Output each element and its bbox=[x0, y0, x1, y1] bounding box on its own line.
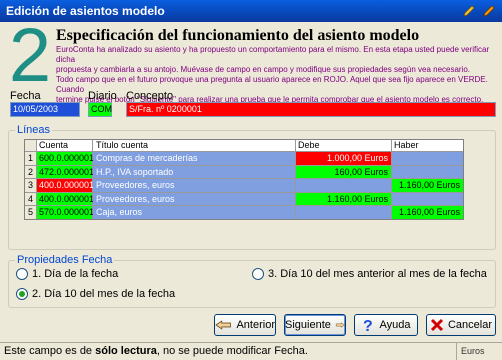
titlebar-icons bbox=[460, 2, 498, 20]
status-message-suffix: , no se puede modificar Fecha. bbox=[156, 345, 308, 357]
radio-option-3[interactable]: 3. Día 10 del mes anterior al mes de la … bbox=[252, 268, 487, 280]
table-row[interactable]: 1 600.0.000001 Compras de mercaderías 1.… bbox=[25, 151, 463, 165]
row-number: 2 bbox=[25, 165, 37, 178]
question-mark-icon: ? bbox=[363, 318, 373, 333]
ayuda-label: Ayuda bbox=[379, 319, 411, 331]
cell-debe[interactable]: 1.000,00 Euros bbox=[296, 152, 392, 165]
cell-cuenta[interactable]: 472.0.000001 bbox=[37, 165, 94, 178]
step-description: EuroConta ha analizado su asiento y ha p… bbox=[56, 45, 498, 105]
cell-titulo[interactable]: Compras de mercaderías bbox=[93, 152, 296, 165]
radio-option-2[interactable]: 2. Día 10 del mes de la fecha bbox=[16, 288, 175, 300]
radio-label: 1. Día de la fecha bbox=[32, 268, 119, 280]
cell-haber[interactable] bbox=[392, 192, 463, 205]
table-row[interactable]: 3 400.0.000001 Proveedores, euros 1.160,… bbox=[25, 178, 463, 192]
edit-pencil-alt-icon[interactable] bbox=[480, 2, 498, 20]
cell-debe[interactable]: 1.160,00 Euros bbox=[296, 192, 392, 205]
svg-text:?: ? bbox=[363, 318, 373, 333]
description-line: EuroConta ha analizado su asiento y ha p… bbox=[56, 45, 490, 64]
fecha-field[interactable]: 10/05/2003 bbox=[10, 102, 80, 117]
row-number: 3 bbox=[25, 179, 37, 192]
cell-titulo[interactable]: H.P., IVA soportado bbox=[93, 165, 296, 178]
header-cuenta: Cuenta bbox=[37, 140, 93, 151]
status-message-prefix: Este campo es de bbox=[4, 345, 96, 357]
header-titulo: Título cuenta bbox=[93, 140, 296, 151]
edit-pencil-icon[interactable] bbox=[460, 2, 478, 20]
row-number: 1 bbox=[25, 152, 37, 165]
siguiente-label: Siguiente bbox=[285, 319, 331, 331]
close-x-icon bbox=[430, 318, 444, 332]
cell-haber[interactable] bbox=[392, 165, 463, 178]
siguiente-button[interactable]: Siguiente bbox=[284, 314, 346, 336]
step-number: 2 bbox=[8, 13, 52, 98]
concepto-field[interactable]: S/Fra. nº 0200001 bbox=[126, 102, 496, 117]
radio-selected-dot bbox=[19, 291, 25, 297]
header-rownum bbox=[25, 140, 37, 151]
cell-haber[interactable]: 1.160,00 Euros bbox=[392, 206, 463, 219]
row-number: 4 bbox=[25, 192, 37, 205]
status-bar: Este campo es de sólo lectura, no se pue… bbox=[0, 342, 502, 360]
cell-debe[interactable] bbox=[296, 179, 392, 192]
fecha-props-title: Propiedades Fecha bbox=[15, 254, 115, 266]
radio-option-1[interactable]: 1. Día de la fecha bbox=[16, 268, 118, 280]
header-haber: Haber bbox=[394, 140, 419, 150]
cell-cuenta[interactable]: 400.0.000001 bbox=[37, 179, 94, 192]
window-titlebar: Edición de asientos modelo bbox=[0, 0, 502, 22]
status-message-bold: sólo lectura bbox=[95, 345, 157, 357]
table-row[interactable]: 4 400.0.000001 Proveedores, euros 1.160,… bbox=[25, 191, 463, 205]
radio-label: 2. Día 10 del mes de la fecha bbox=[32, 288, 176, 300]
cancelar-label: Cancelar bbox=[447, 319, 493, 331]
anterior-button[interactable]: Anterior bbox=[214, 314, 276, 336]
fecha-label: Fecha bbox=[10, 90, 41, 102]
cell-titulo[interactable]: Proveedores, euros bbox=[93, 179, 296, 192]
cancelar-button[interactable]: Cancelar bbox=[426, 314, 496, 336]
description-line: propuesta y cambiarla a su antojo. Muéva… bbox=[56, 65, 471, 74]
cell-debe[interactable]: 160,00 Euros bbox=[296, 165, 392, 178]
diario-field[interactable]: COM bbox=[88, 102, 112, 117]
table-row[interactable]: 5 570.0.000001 Caja, euros 1.160,00 Euro… bbox=[25, 205, 463, 219]
lineas-group-title: Líneas bbox=[15, 124, 53, 136]
diario-label: Diario bbox=[88, 90, 117, 102]
cell-titulo[interactable]: Proveedores, euros bbox=[93, 192, 296, 205]
radio-label: 3. Día 10 del mes anterior al mes de la … bbox=[268, 268, 487, 280]
concepto-label: Concepto bbox=[126, 90, 174, 102]
description-line: Todo campo que en el futuro provoque una… bbox=[56, 75, 488, 94]
lines-grid: Cuenta Título cuenta Debe Haber 1 600.0.… bbox=[24, 139, 464, 220]
cell-cuenta[interactable]: 570.0.000001 bbox=[37, 206, 94, 219]
table-row[interactable]: 2 472.0.000001 H.P., IVA soportado 160,0… bbox=[25, 164, 463, 178]
step-title: Especificación del funcionamiento del as… bbox=[56, 27, 420, 44]
cell-haber[interactable] bbox=[392, 152, 463, 165]
row-number: 5 bbox=[25, 206, 37, 219]
radio-circle[interactable] bbox=[16, 288, 28, 300]
anterior-label: Anterior bbox=[236, 319, 275, 331]
cell-debe[interactable] bbox=[296, 206, 392, 219]
cell-cuenta[interactable]: 400.0.000001 bbox=[37, 192, 94, 205]
hand-pointing-right-icon bbox=[335, 322, 345, 328]
cell-titulo[interactable]: Caja, euros bbox=[93, 206, 296, 219]
cell-haber[interactable]: 1.160,00 Euros bbox=[392, 179, 463, 192]
ayuda-button[interactable]: ? Ayuda bbox=[354, 314, 418, 336]
grid-header: Cuenta Título cuenta Debe Haber bbox=[25, 140, 463, 151]
currency-indicator: Euros bbox=[456, 343, 502, 360]
radio-circle[interactable] bbox=[252, 268, 264, 280]
cell-cuenta[interactable]: 600.0.000001 bbox=[37, 152, 94, 165]
hand-pointing-left-icon bbox=[215, 320, 231, 330]
header-debe: Debe bbox=[296, 140, 392, 151]
radio-circle[interactable] bbox=[16, 268, 28, 280]
